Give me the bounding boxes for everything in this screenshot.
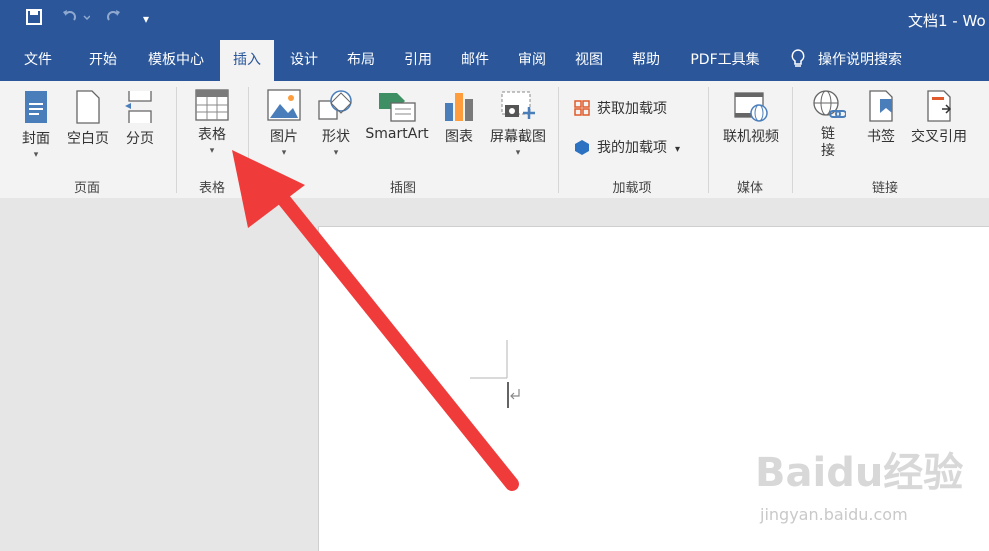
annotation-arrow-shaft <box>273 188 519 491</box>
watermark-logo: Baidu经验 <box>755 450 964 496</box>
watermark-url: jingyan.baidu.com <box>760 505 908 524</box>
paragraph-mark-icon <box>510 389 520 400</box>
